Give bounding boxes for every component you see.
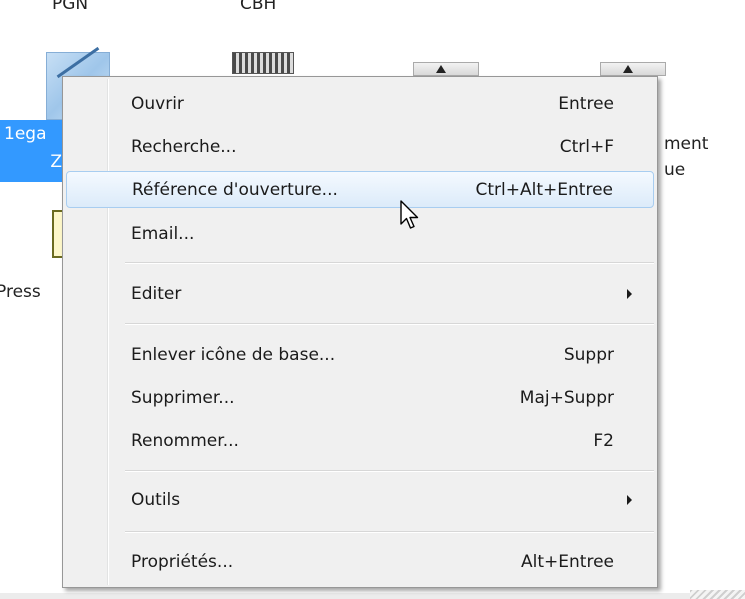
menu-item-label: Propriétés... <box>131 551 234 572</box>
menu-item-shortcut: Ctrl+Alt+Entree <box>475 179 613 200</box>
desktop-icon-view: PGN CBH 1ega Z Press ment ue Ouvrir Entr… <box>0 0 745 599</box>
menu-item-email[interactable]: Email... <box>66 215 654 252</box>
pgn-label[interactable]: PGN <box>52 0 88 14</box>
right-item-label-line2[interactable]: ue <box>664 160 685 180</box>
menu-item-label: Editer <box>131 283 182 304</box>
menu-item-label: Renommer... <box>131 430 239 451</box>
menu-separator <box>125 323 654 325</box>
menu-item-label: Email... <box>131 223 195 244</box>
menu-item-shortcut: Alt+Entree <box>521 551 614 572</box>
menu-item-label: Supprimer... <box>131 387 235 408</box>
menu-item-label: Référence d'ouverture... <box>132 179 338 200</box>
document-icon[interactable] <box>413 62 479 76</box>
chevron-right-icon <box>627 288 632 299</box>
menu-item-reference-ouverture[interactable]: Référence d'ouverture... Ctrl+Alt+Entree <box>66 171 654 208</box>
bottom-bar <box>0 593 745 599</box>
menu-item-shortcut: Maj+Suppr <box>519 387 614 408</box>
context-menu: Ouvrir Entree Recherche... Ctrl+F Référe… <box>62 76 658 588</box>
selected-item-label-line1: 1ega <box>4 124 47 144</box>
menu-separator <box>125 470 654 472</box>
press-label[interactable]: Press <box>0 282 41 302</box>
selected-item-label-line2: Z <box>50 152 62 172</box>
menu-item-label: Recherche... <box>131 136 237 157</box>
menu-item-shortcut: Suppr <box>563 344 614 365</box>
right-item-label-line1[interactable]: ment <box>664 134 708 154</box>
menu-item-supprimer[interactable]: Supprimer... Maj+Suppr <box>66 379 654 416</box>
context-menu-list: Ouvrir Entree Recherche... Ctrl+F Référe… <box>63 77 657 587</box>
menu-item-editer[interactable]: Editer <box>66 275 654 312</box>
cbh-file-icon[interactable] <box>232 52 294 74</box>
menu-separator <box>125 262 654 264</box>
menu-item-label: Ouvrir <box>131 93 184 114</box>
resize-grip[interactable] <box>690 590 745 599</box>
document-icon[interactable] <box>600 62 666 76</box>
menu-separator <box>125 531 654 533</box>
menu-item-shortcut: Ctrl+F <box>559 136 614 157</box>
menu-item-recherche[interactable]: Recherche... Ctrl+F <box>66 128 654 165</box>
selected-item-label[interactable]: 1ega Z <box>0 120 68 182</box>
chevron-right-icon <box>627 494 632 505</box>
menu-item-enlever-icone[interactable]: Enlever icône de base... Suppr <box>66 336 654 373</box>
menu-item-proprietes[interactable]: Propriétés... Alt+Entree <box>66 543 654 580</box>
menu-item-label: Enlever icône de base... <box>131 344 336 365</box>
menu-item-label: Outils <box>131 489 181 510</box>
cbh-label[interactable]: CBH <box>240 0 276 14</box>
menu-item-ouvrir[interactable]: Ouvrir Entree <box>66 85 654 122</box>
menu-item-renommer[interactable]: Renommer... F2 <box>66 422 654 459</box>
menu-item-shortcut: F2 <box>593 430 614 451</box>
menu-item-outils[interactable]: Outils <box>66 481 654 518</box>
menu-item-shortcut: Entree <box>558 93 614 114</box>
